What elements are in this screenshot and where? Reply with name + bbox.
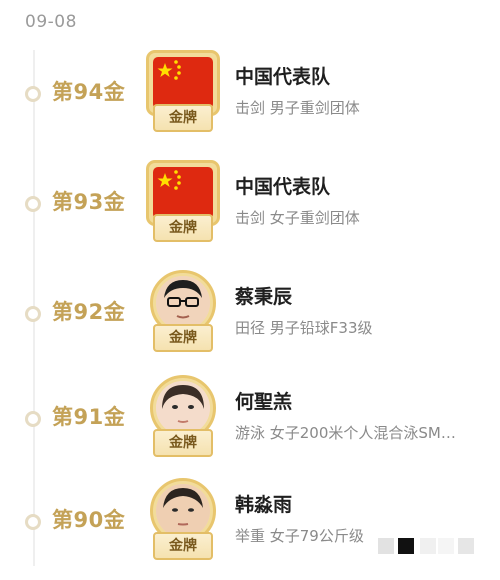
gold-medal-ribbon: 金牌 — [153, 324, 213, 352]
winner-name: 中国代表队 — [235, 176, 331, 198]
gold-medal-ribbon: 金牌 — [153, 532, 213, 560]
athlete-photo — [156, 484, 210, 538]
medal-rank: 第92金 — [52, 300, 126, 324]
medal-rank: 第94金 — [52, 80, 126, 104]
medal-list-item[interactable]: 第93金 金牌 中国代表队 击剑 女子重剑团体 — [0, 152, 500, 262]
medal-rank: 第90金 — [52, 508, 126, 532]
winner-name: 韩淼雨 — [235, 494, 293, 516]
timeline-dot — [25, 411, 41, 427]
event-name: 田径 男子铅球F33级 — [235, 319, 373, 337]
medal-badge: 金牌 — [146, 478, 220, 562]
winner-name: 中国代表队 — [235, 66, 331, 88]
winner-name: 何聖羔 — [235, 391, 293, 413]
event-name: 游泳 女子200米个人混合泳SM… — [235, 424, 456, 442]
timeline-dot — [25, 196, 41, 212]
timeline-dot — [25, 514, 41, 530]
gold-medal-ribbon: 金牌 — [153, 429, 213, 457]
winner-name: 蔡秉辰 — [235, 286, 293, 308]
event-name: 击剑 女子重剑团体 — [235, 209, 360, 227]
timeline-dot — [25, 306, 41, 322]
china-flag-icon — [153, 57, 213, 109]
medal-list-item[interactable]: 第91金 金牌 何聖羔 游泳 女子200米个人混合泳SM… — [0, 367, 500, 477]
medal-badge: 金牌 — [146, 270, 220, 354]
medal-rank: 第93金 — [52, 190, 126, 214]
china-flag-icon — [153, 167, 213, 219]
timeline-dot — [25, 86, 41, 102]
gold-medal-ribbon: 金牌 — [153, 104, 213, 132]
medal-list-item[interactable]: 第90金 金牌 韩淼雨 举重 女子79公斤级 — [0, 470, 500, 580]
medal-list-item[interactable]: 第94金 金牌 中国代表队 击剑 男子重剑团体 — [0, 42, 500, 152]
event-name: 击剑 男子重剑团体 — [235, 99, 360, 117]
medal-badge: 金牌 — [146, 160, 220, 244]
date-header: 09-08 — [25, 12, 77, 32]
gold-medal-ribbon: 金牌 — [153, 214, 213, 242]
medal-rank: 第91金 — [52, 405, 126, 429]
athlete-photo — [156, 276, 210, 330]
medal-badge: 金牌 — [146, 50, 220, 134]
medal-list-item[interactable]: 第92金 金牌 蔡秉辰 田径 男子铅球F33级 — [0, 262, 500, 372]
medal-badge: 金牌 — [146, 375, 220, 459]
athlete-photo — [156, 381, 210, 435]
watermark-blocks — [378, 538, 478, 554]
